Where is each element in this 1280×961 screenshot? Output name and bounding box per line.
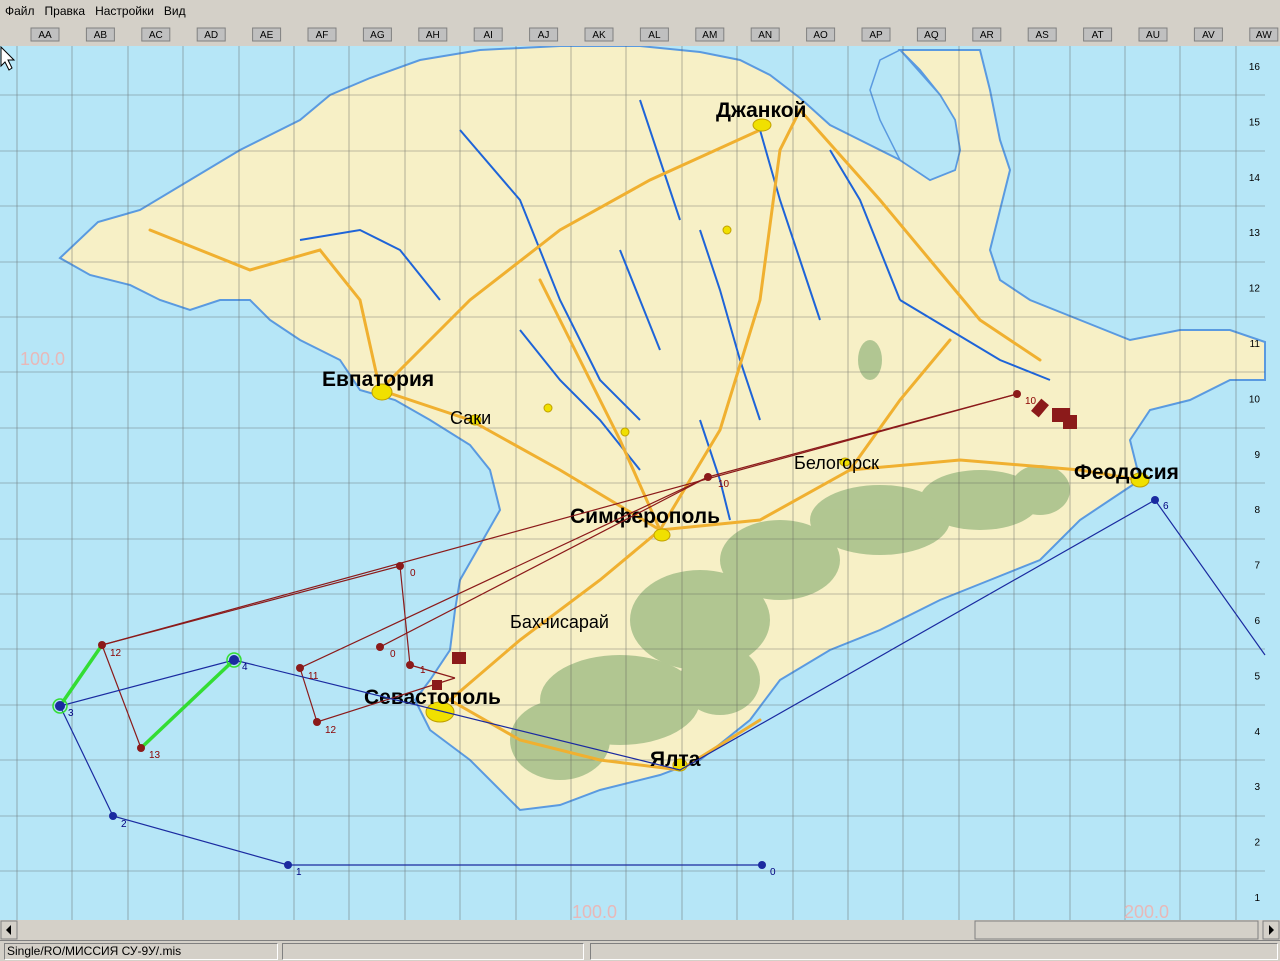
column-label: AC: [149, 30, 163, 41]
blue-wp-label: 6: [1163, 501, 1169, 512]
blue-waypoint[interactable]: [758, 861, 766, 869]
column-label: AM: [702, 30, 717, 41]
red-wp-label: 12: [325, 725, 337, 736]
status-path: Single/RO/МИССИЯ СУ-9У/.mis: [4, 943, 278, 960]
blue-waypoint[interactable]: [109, 812, 117, 820]
column-label: AR: [980, 30, 994, 41]
column-label: AH: [426, 30, 440, 41]
row-label: 13: [1249, 228, 1261, 239]
column-label: AQ: [924, 30, 939, 41]
blue-wp-label: 0: [770, 867, 776, 878]
menu-edit[interactable]: Правка: [40, 4, 91, 18]
column-label: AG: [370, 30, 385, 41]
column-label: AT: [1092, 30, 1104, 41]
red-wp-label: 10: [718, 479, 730, 490]
blue-wp-label: 2: [121, 819, 127, 830]
row-label: 9: [1254, 450, 1260, 461]
map-view[interactable]: Джанкой Евпатория Саки Симферополь Белог…: [0, 46, 1280, 920]
column-label: AD: [204, 30, 218, 41]
coord-left-y: 100.0: [20, 349, 65, 369]
row-label: 3: [1254, 782, 1260, 793]
red-waypoint[interactable]: [137, 744, 145, 752]
red-wp-label: 13: [149, 750, 161, 761]
row-label: 14: [1249, 173, 1261, 184]
status-panel: [282, 943, 584, 960]
column-label: AE: [260, 30, 274, 41]
red-waypoint[interactable]: [1013, 390, 1021, 398]
city-saki: Саки: [450, 408, 491, 428]
coord-bottom-x1: 100.0: [572, 902, 617, 920]
row-label: 12: [1249, 284, 1261, 295]
blue-wp-label: 3: [68, 708, 74, 719]
row-label: 4: [1254, 727, 1260, 738]
city-simferopol: Симферополь: [570, 505, 720, 528]
red-wp-label: 11: [308, 671, 319, 682]
row-label: 6: [1254, 616, 1260, 627]
red-wp-label: 12: [110, 648, 122, 659]
red-waypoint[interactable]: [296, 664, 304, 672]
column-label: AN: [758, 30, 772, 41]
row-label: 8: [1254, 505, 1260, 516]
column-ruler: AA AB AC AD AE AF AG AH AI AJ AK AL AM AN AO AP AQ AR AS AT…: [0, 22, 1280, 46]
red-wp-label: 0: [390, 649, 396, 660]
red-wp-label: 10: [1025, 396, 1037, 407]
row-label: 5: [1254, 671, 1260, 682]
row-label: 15: [1249, 117, 1261, 128]
red-waypoint[interactable]: [376, 643, 384, 651]
blue-waypoint[interactable]: [229, 655, 239, 665]
status-bar: Single/RO/МИССИЯ СУ-9У/.mis: [0, 940, 1280, 961]
column-label: AV: [1202, 30, 1215, 41]
column-label: AA: [38, 30, 52, 41]
menu-bar: Файл Правка Настройки Вид: [0, 0, 1280, 22]
row-label: 7: [1254, 561, 1260, 572]
city-belogorsk: Белогорск: [794, 453, 879, 473]
red-waypoint[interactable]: [313, 718, 321, 726]
row-label: 11: [1250, 339, 1261, 350]
city-yalta: Ялта: [650, 748, 701, 771]
blue-wp-label: 4: [242, 662, 248, 673]
city-evpatoria: Евпатория: [322, 368, 434, 391]
column-label: AP: [869, 30, 883, 41]
blue-wp-label: 1: [296, 867, 302, 878]
coord-bottom-x2: 200.0: [1124, 902, 1169, 920]
red-wp-label: 1: [420, 665, 426, 676]
city-feodosia: Феодосия: [1074, 461, 1179, 484]
menu-file[interactable]: Файл: [0, 4, 40, 18]
menu-view[interactable]: Вид: [159, 4, 191, 18]
horizontal-scrollbar[interactable]: [0, 920, 1280, 940]
red-waypoint[interactable]: [406, 661, 414, 669]
row-label: 10: [1249, 394, 1261, 405]
status-panel: [590, 943, 1278, 960]
row-label: 2: [1254, 838, 1260, 849]
red-waypoint[interactable]: [396, 562, 404, 570]
row-label: 16: [1249, 62, 1261, 73]
column-label: AS: [1036, 30, 1050, 41]
blue-waypoint[interactable]: [1151, 496, 1159, 504]
column-label: AU: [1146, 30, 1160, 41]
city-dzhankoy: Джанкой: [716, 99, 806, 122]
column-label: AL: [648, 30, 661, 41]
row-label: 1: [1254, 893, 1260, 904]
blue-waypoint[interactable]: [55, 701, 65, 711]
menu-settings[interactable]: Настройки: [90, 4, 159, 18]
column-label: AO: [813, 30, 828, 41]
red-wp-label: 0: [410, 568, 416, 579]
column-label: AJ: [538, 30, 550, 41]
red-waypoint[interactable]: [98, 641, 106, 649]
blue-waypoint[interactable]: [284, 861, 292, 869]
column-label: AW: [1256, 30, 1272, 41]
column-label: AF: [316, 30, 329, 41]
city-bakhchisaray: Бахчисарай: [510, 612, 609, 632]
column-label: AI: [483, 30, 492, 41]
column-label: AB: [94, 30, 108, 41]
column-label: AK: [592, 30, 606, 41]
mouse-cursor-icon: [0, 46, 16, 71]
red-waypoint[interactable]: [704, 473, 712, 481]
